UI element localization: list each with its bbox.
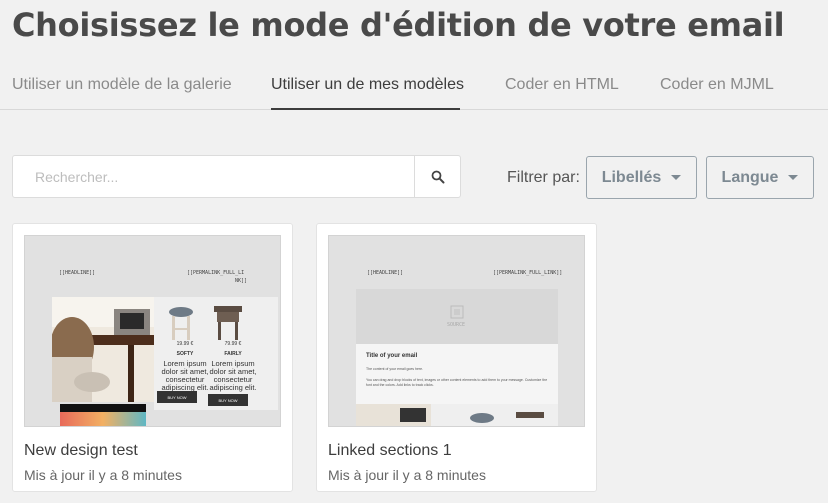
stool-image xyxy=(169,307,193,340)
tab-my-templates[interactable]: Utiliser un de mes modèles xyxy=(271,76,464,94)
language-dropdown[interactable]: Langue xyxy=(706,156,814,199)
preview-headline: [[HEADLINE]] xyxy=(59,270,96,276)
active-tab-indicator xyxy=(271,108,460,110)
mode-tabs: Utiliser un modèle de la galerie Utilise… xyxy=(0,64,828,110)
chevron-down-icon xyxy=(788,175,799,180)
preview-headline: [[HEADLINE]] xyxy=(367,270,404,276)
preview-logo-text: SOURCE xyxy=(447,322,466,328)
buy-now-button: BUY NOW xyxy=(208,394,248,406)
page-title: Choisissez le mode d'édition de votre em… xyxy=(12,6,785,44)
template-name: Linked sections 1 xyxy=(328,442,452,459)
product-strip-image xyxy=(356,404,558,426)
template-updated: Mis à jour il y a 8 minutes xyxy=(328,467,486,483)
product-price: 79.99 € xyxy=(224,341,242,347)
tab-mjml[interactable]: Coder en MJML xyxy=(660,76,774,94)
preview-heading: Title of your email xyxy=(366,353,418,359)
preview-permalink: [[PERMALINK_FULL_LINK]] xyxy=(493,270,563,276)
template-thumbnail: [[HEADLINE]] [[PERMALINK_FULL_LINK]] SOU… xyxy=(328,235,585,427)
preview-paragraph: You can drag and drop blocks of text, im… xyxy=(366,378,548,387)
search-icon xyxy=(431,170,444,183)
template-updated: Mis à jour il y a 8 minutes xyxy=(24,467,182,483)
search-box xyxy=(12,155,461,198)
side-table-image xyxy=(214,306,242,340)
buy-now-button: BUY NOW xyxy=(157,391,197,403)
preview-permalink-cont: NK]] xyxy=(235,278,248,284)
product-name: FAIRLY xyxy=(224,351,242,357)
tab-gallery[interactable]: Utiliser un modèle de la galerie xyxy=(12,76,232,94)
labels-dropdown[interactable]: Libellés xyxy=(586,156,697,199)
search-input[interactable] xyxy=(13,156,415,197)
template-thumbnail: [[HEADLINE]] [[PERMALINK_FULL_LI NK]] 19… xyxy=(24,235,281,427)
search-button[interactable] xyxy=(414,156,460,197)
product-description: Lorem ipsum dolor sit amet, consectetur … xyxy=(209,359,257,392)
language-dropdown-label: Langue xyxy=(721,168,779,186)
preview-line: The content of your email goes here. xyxy=(366,367,424,371)
labels-dropdown-label: Libellés xyxy=(601,168,662,186)
sunset-image xyxy=(60,404,146,426)
preview-permalink: [[PERMALINK_FULL_LI xyxy=(187,270,245,276)
tab-html[interactable]: Coder en HTML xyxy=(505,76,619,94)
image-placeholder-icon xyxy=(450,305,464,319)
chevron-down-icon xyxy=(671,175,682,180)
template-card[interactable]: [[HEADLINE]] [[PERMALINK_FULL_LI NK]] 19… xyxy=(12,223,293,492)
office-photo-image xyxy=(52,297,154,402)
template-card[interactable]: [[HEADLINE]] [[PERMALINK_FULL_LINK]] SOU… xyxy=(316,223,597,492)
template-name: New design test xyxy=(24,442,138,459)
filter-label: Filtrer par: xyxy=(507,169,580,186)
